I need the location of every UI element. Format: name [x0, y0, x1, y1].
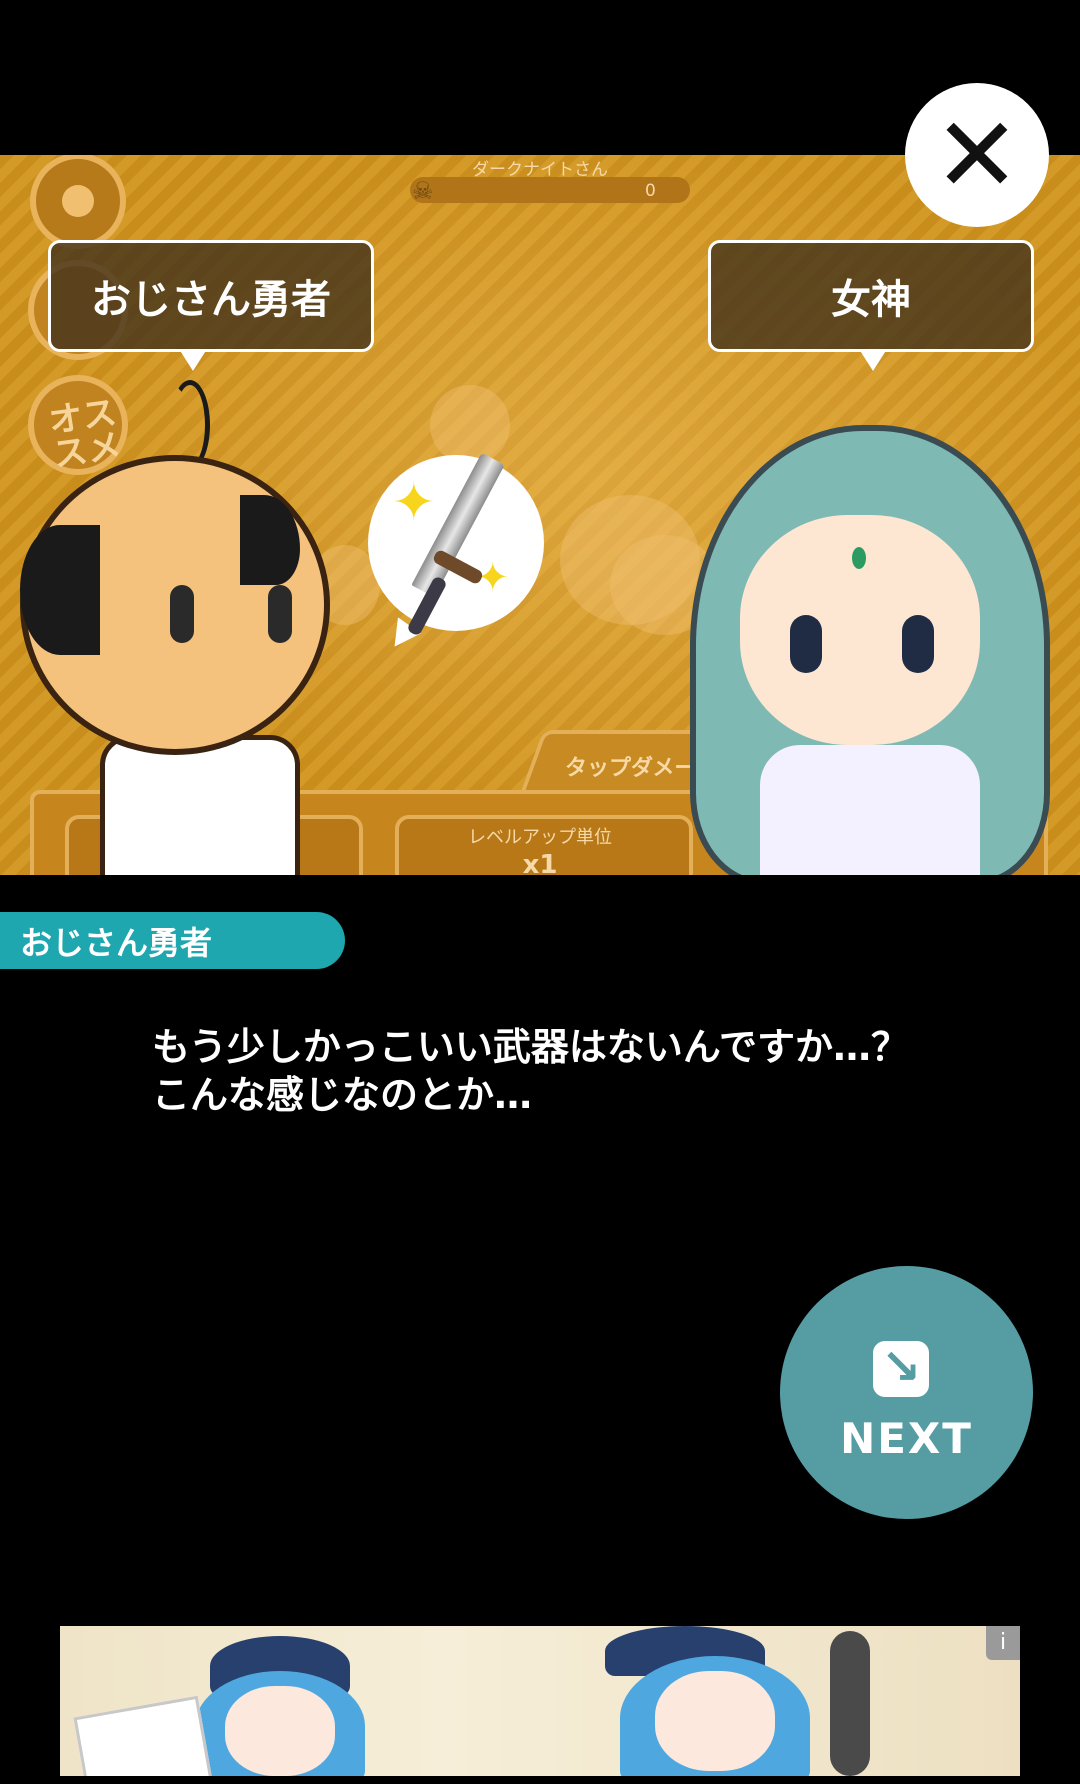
speech-bubble-goddess: 女神	[708, 240, 1034, 371]
goddess-character	[690, 425, 1080, 875]
sparkle-icon: ✦	[392, 473, 436, 533]
ad-banner[interactable]: i	[60, 1626, 1020, 1776]
dialogue-text: もう少しかっこいい武器はないんですか…？ こんな感じなのとか…	[152, 1023, 952, 1119]
ojisan-hero-character	[20, 380, 330, 875]
goddess-eye-right	[902, 615, 934, 673]
goddess-eye-left	[790, 615, 822, 673]
goddess-dress	[760, 745, 980, 875]
ad-staff-image	[830, 1631, 870, 1776]
next-button[interactable]: NEXT	[780, 1266, 1033, 1519]
level-up-unit-value: x1	[522, 850, 558, 875]
ad-phone-image	[73, 1695, 213, 1776]
arrow-down-right-icon	[873, 1339, 929, 1397]
next-label: NEXT	[840, 1414, 973, 1463]
goddess-forehead-gem	[852, 547, 866, 569]
monster-silhouette	[430, 385, 510, 465]
speech-bubble-ojisan: おじさん勇者	[48, 240, 374, 371]
speaker-name-tab: おじさん勇者	[0, 912, 345, 969]
settings-gear-icon	[30, 155, 126, 249]
ojisan-hair-left	[20, 525, 100, 655]
dialogue-line: こんな感じなのとか…	[152, 1073, 533, 1117]
ojisan-eye-left	[170, 585, 194, 643]
tank-top	[100, 735, 300, 875]
ad-character-face	[225, 1686, 335, 1776]
ad-character-face	[655, 1671, 775, 1771]
speaker-name: おじさん勇者	[20, 923, 213, 962]
ad-info-icon[interactable]: i	[986, 1626, 1020, 1660]
ojisan-eye-right	[268, 585, 292, 643]
close-icon: ✕	[933, 94, 1021, 216]
level-up-unit-label: レベルアップ単位	[468, 827, 612, 848]
skull-icon: ☠	[412, 177, 434, 205]
close-button[interactable]: ✕	[905, 83, 1049, 227]
kill-count: 0	[645, 181, 656, 201]
dialogue-line: もう少しかっこいい武器はないんですか…？	[152, 1025, 909, 1069]
game-scene-background: オススメ ダークナイトさん ☠ 0 タップダメージ レベルアップ単位 x1 ✦ …	[0, 155, 1080, 875]
enemy-hud: ダークナイトさん ☠ 0	[380, 155, 700, 215]
